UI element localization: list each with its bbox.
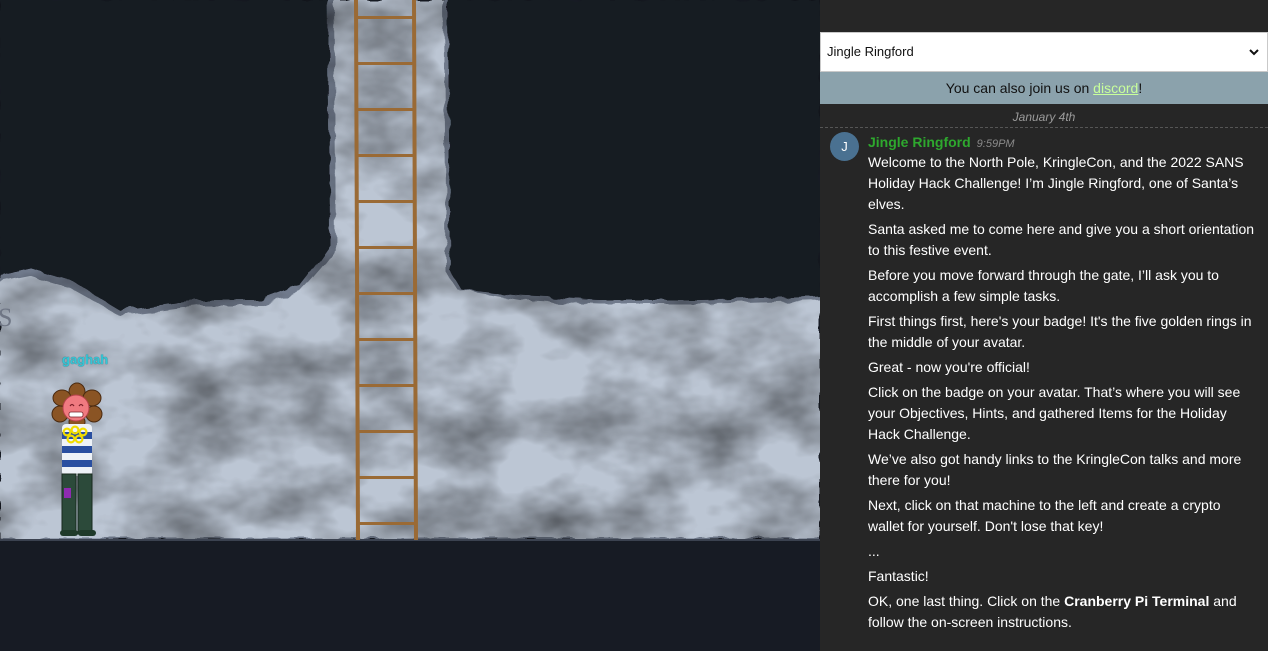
message-line: We’ve also got handy links to the Kringl… [868, 451, 1242, 488]
ladder-rail [412, 0, 418, 541]
message-line: Next, click on that machine to the left … [868, 497, 1221, 534]
message-line: First things first, here's your badge! I… [868, 313, 1252, 350]
ladder-rung [356, 108, 416, 111]
ladder-rung [356, 62, 416, 65]
message-line: Great - now you're official! [868, 359, 1030, 375]
game-scene [0, 0, 820, 651]
npc-select[interactable]: Jingle Ringford [820, 32, 1268, 72]
message-time: 9:59PM [976, 138, 1015, 150]
message-line-last: OK, one last thing. Click on the Cranber… [868, 591, 1260, 633]
chevron-down-icon [1249, 49, 1259, 56]
ladder-rung [356, 338, 416, 341]
ladder-rung [356, 476, 416, 479]
ladder-rail [354, 0, 360, 541]
discord-link[interactable]: discord [1093, 80, 1138, 96]
message-author[interactable]: Jingle Ringford [868, 134, 971, 150]
ladder-rung [356, 246, 416, 249]
ladder-rung [356, 384, 416, 387]
message-line: Fantastic! [868, 568, 929, 584]
edge-letter: S [0, 303, 13, 332]
date-separator: January 4th [820, 110, 1268, 128]
npc-select-value: Jingle Ringford [827, 44, 914, 59]
message-line: Santa asked me to come here and give you… [868, 221, 1255, 258]
message-line: Welcome to the North Pole, KringleCon, a… [868, 154, 1244, 212]
chat-panel: Jingle Ringford You can also join us on … [820, 0, 1268, 651]
player-name-label: gaghah [62, 352, 109, 367]
message-line: ... [868, 543, 880, 559]
discord-text: You can also join us on [945, 80, 1094, 96]
ladder-rung [356, 522, 416, 525]
message-meta: Jingle Ringford 9:59PM [868, 134, 1015, 152]
message-line: Click on the badge on your avatar. That’… [868, 384, 1241, 442]
ladder-rung [356, 200, 416, 203]
cranberry-pi-terminal-label: Cranberry Pi Terminal [1064, 593, 1210, 609]
discord-suffix: ! [1138, 80, 1143, 96]
game-viewport[interactable]: S gaghah [0, 0, 820, 651]
ladder-rung [356, 430, 416, 433]
message-text: OK, one last thing. Click on the [868, 593, 1065, 609]
message-body: Welcome to the North Pole, KringleCon, a… [868, 152, 1260, 637]
avatar: J [830, 132, 859, 161]
ground-shadow [0, 540, 820, 651]
ladder-rung [356, 292, 416, 295]
ladder-rung [356, 16, 416, 19]
discord-banner: You can also join us on discord! [820, 72, 1268, 104]
message-line: Before you move forward through the gate… [868, 267, 1219, 304]
ladder-rung [356, 154, 416, 157]
